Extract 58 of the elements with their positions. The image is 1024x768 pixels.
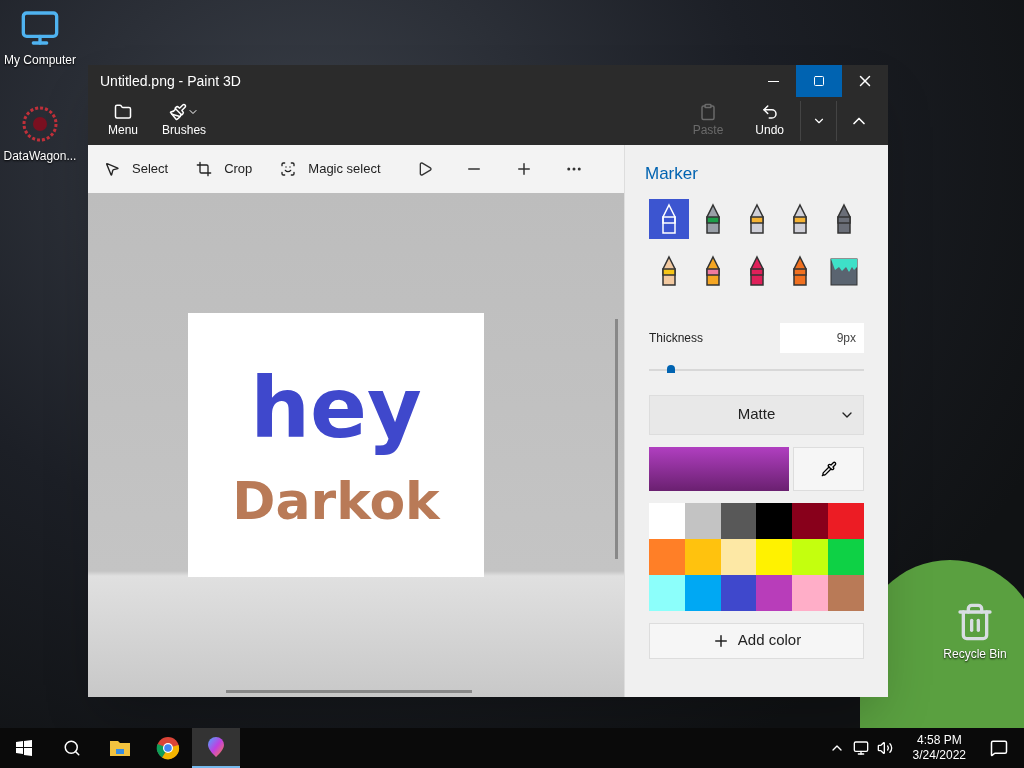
- ribbon-button[interactable]: Undo: [739, 103, 800, 139]
- finish-dropdown[interactable]: Matte: [649, 394, 864, 435]
- panel-title: Marker: [645, 163, 699, 185]
- desktop-icon-label[interactable]: My Computer: [4, 52, 76, 68]
- color-swatch[interactable]: [756, 502, 793, 539]
- color-swatch[interactable]: [792, 502, 829, 539]
- clock[interactable]: 4:58 PM 3/24/2022: [904, 733, 974, 763]
- volume-icon[interactable]: [876, 740, 893, 756]
- crop-icon: [196, 161, 213, 177]
- computer-icon: [20, 8, 60, 48]
- notification-icon[interactable]: [990, 739, 1008, 757]
- color-swatch[interactable]: [828, 574, 864, 611]
- search-icon: [63, 739, 81, 757]
- current-color-swatch[interactable]: [649, 446, 789, 491]
- ribbon-button[interactable]: Menu: [96, 103, 151, 139]
- thickness-slider[interactable]: [649, 364, 864, 375]
- color-swatch[interactable]: [684, 502, 721, 539]
- horizontal-scrollbar[interactable]: [226, 690, 472, 693]
- tool-button[interactable]: Crop: [196, 159, 273, 179]
- eyedropper-icon: [820, 460, 837, 477]
- handwritten-text: Darkok: [232, 470, 440, 533]
- color-swatch[interactable]: [649, 538, 685, 575]
- color-swatch[interactable]: [828, 502, 864, 539]
- minimize-icon: [767, 80, 779, 82]
- maximize-button[interactable]: [796, 65, 842, 97]
- color-swatch[interactable]: [756, 538, 793, 575]
- star-pattern-icon: [20, 104, 60, 144]
- maximize-icon: [813, 75, 825, 87]
- brush-button[interactable]: [649, 198, 689, 239]
- paste-icon: [698, 103, 717, 121]
- magic-icon: [280, 161, 297, 177]
- color-swatch[interactable]: [792, 574, 829, 611]
- tool-button[interactable]: Magic select: [280, 159, 401, 179]
- desktop-icon-label[interactable]: DataWagon...: [3, 148, 77, 164]
- color-swatch[interactable]: [828, 538, 864, 575]
- undo-icon: [760, 103, 779, 121]
- select-icon: [104, 161, 120, 177]
- windows-logo-icon: [16, 740, 32, 756]
- thickness-label: Thickness: [649, 329, 704, 347]
- window-title: Untitled.png - Paint 3D: [99, 71, 242, 91]
- vertical-scrollbar[interactable]: [615, 319, 618, 559]
- color-swatch[interactable]: [792, 538, 829, 575]
- folder-icon: [114, 103, 132, 121]
- color-swatch[interactable]: [649, 574, 685, 611]
- slider-thumb[interactable]: [666, 364, 675, 373]
- handwritten-text: hey: [250, 358, 422, 459]
- add-color-button[interactable]: Add color: [649, 622, 864, 659]
- taskbar-app-button[interactable]: [192, 728, 240, 768]
- eyedropper-button[interactable]: [793, 446, 864, 491]
- color-swatch[interactable]: [720, 502, 757, 539]
- browser-icon: [156, 736, 180, 760]
- color-swatch[interactable]: [756, 574, 793, 611]
- tool-button[interactable]: Select: [104, 159, 189, 179]
- ribbon-button[interactable]: Brushes: [150, 103, 219, 139]
- color-swatch[interactable]: [649, 502, 685, 539]
- thickness-field[interactable]: 9px: [780, 322, 864, 353]
- brush-icon: [169, 103, 188, 121]
- network-icon[interactable]: [852, 740, 869, 756]
